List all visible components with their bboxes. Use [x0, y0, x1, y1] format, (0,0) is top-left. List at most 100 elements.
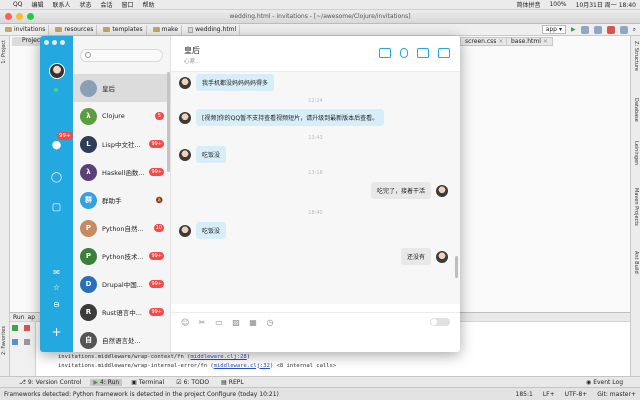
vcs-icon[interactable]: [619, 25, 628, 34]
image-icon[interactable]: ▦: [249, 318, 257, 327]
tool-structure[interactable]: Z: Structure: [633, 41, 639, 71]
chat-list-item[interactable]: λ Clojure 5: [73, 102, 171, 130]
apps-icon[interactable]: ▢: [49, 201, 64, 214]
run-tab-app[interactable]: ap: [28, 314, 36, 321]
message-bubble[interactable]: 吃完了，接着干活: [370, 182, 431, 199]
chat-list-item[interactable]: 自自然语言处...: [73, 326, 171, 352]
message-input[interactable]: [171, 332, 460, 352]
chat-list-item[interactable]: λ Haskell函数... 99+: [73, 158, 171, 186]
git-branch[interactable]: Git: master+: [597, 391, 636, 398]
avatar[interactable]: [436, 184, 448, 197]
close-icon[interactable]: ×: [498, 38, 503, 45]
add-icon[interactable]: +: [49, 326, 64, 339]
menu-window[interactable]: 窗口: [122, 0, 134, 9]
avatar[interactable]: [179, 76, 191, 89]
run-config-select[interactable]: app ▾: [541, 25, 566, 34]
chat-list-item[interactable]: 群群助手 🔕: [73, 186, 171, 214]
battery-level[interactable]: 100%: [549, 1, 566, 8]
video-call-icon[interactable]: [417, 48, 429, 58]
tool-terminal[interactable]: ▣ Terminal: [128, 379, 167, 386]
breadcrumb-resources[interactable]: resources: [52, 24, 98, 35]
chat-list-item[interactable]: 皇后: [73, 74, 171, 102]
editor-tab-base-html[interactable]: base.html ×: [506, 37, 553, 46]
chat-list-item[interactable]: P Python技术... 99+: [73, 242, 171, 270]
debug-icon[interactable]: [580, 25, 589, 34]
group-chat-icon[interactable]: [379, 48, 391, 58]
chat-list-item[interactable]: L Lisp中文社... 99+: [73, 130, 171, 158]
tool-leiningen[interactable]: Leiningen: [633, 141, 639, 165]
avatar[interactable]: [436, 250, 448, 263]
scroll-to-end-icon[interactable]: [24, 339, 31, 345]
log-link[interactable]: middleware.clj:28: [190, 354, 246, 360]
contacts-icon[interactable]: ◯: [49, 171, 64, 184]
search-icon[interactable]: ⌕: [633, 26, 636, 34]
scissors-icon[interactable]: ✂: [198, 318, 206, 327]
avatar[interactable]: [179, 148, 191, 161]
zoom-window-button[interactable]: [27, 13, 34, 20]
avatar[interactable]: [179, 224, 191, 237]
file-encoding[interactable]: UTF-8+: [565, 391, 588, 398]
message-bubble[interactable]: 还没有: [400, 248, 431, 265]
breadcrumb-make[interactable]: make: [150, 24, 183, 35]
editor-tab-screen-css[interactable]: screen.css ×: [460, 37, 509, 46]
tool-favorites[interactable]: 2: Favorites: [1, 326, 7, 355]
mail-icon[interactable]: ✉: [49, 266, 64, 279]
message-bubble[interactable]: 吃饭没: [196, 222, 227, 239]
chat-list-item[interactable]: R Rust语言中... 99+: [73, 298, 171, 326]
minimize-window-button[interactable]: [16, 13, 23, 20]
emoji-icon[interactable]: ☺: [181, 318, 189, 327]
file-icon[interactable]: ▭: [215, 318, 223, 327]
breadcrumb-file[interactable]: wedding.html: [185, 24, 241, 35]
message-bubble[interactable]: 我手机都没妈妈妈妈得多: [196, 74, 275, 91]
menu-qq[interactable]: QQ: [13, 1, 22, 8]
menu-edit[interactable]: 编辑: [31, 0, 43, 9]
chat-list-scrollbar[interactable]: [167, 72, 170, 172]
run-icon[interactable]: ▶: [571, 26, 576, 33]
chat-list-item[interactable]: D Drupal中国... 99+: [73, 270, 171, 298]
zoom-window-button[interactable]: [60, 40, 65, 45]
message-bubble[interactable]: [视频]你的QQ暂不支持查看视频短片，请升级到最新版本后查看。: [196, 109, 385, 126]
tool-maven[interactable]: Maven Projects: [633, 188, 639, 226]
clock[interactable]: 10月31日 周一 18:40: [576, 0, 636, 9]
input-method[interactable]: 简体拼音: [516, 0, 540, 9]
share-screen-icon[interactable]: [438, 48, 450, 58]
avatar[interactable]: [49, 63, 65, 79]
message-bubble[interactable]: 吃饭没: [196, 146, 227, 163]
search-box[interactable]: [80, 49, 163, 62]
menu-status[interactable]: 状态: [79, 0, 91, 9]
tool-ant-build[interactable]: Ant Build: [633, 251, 639, 274]
close-window-button[interactable]: [44, 40, 49, 45]
tool-run[interactable]: ▶ 4: Run: [90, 378, 123, 386]
close-window-button[interactable]: [5, 13, 12, 20]
rerun-icon[interactable]: [12, 325, 18, 331]
log-link[interactable]: middleware.clj:32: [214, 363, 270, 369]
star-icon[interactable]: ☆: [49, 281, 64, 294]
enter-to-send-toggle[interactable]: [430, 318, 450, 326]
line-separator[interactable]: LF+: [543, 391, 555, 398]
tool-repl[interactable]: ▤ REPL: [218, 379, 247, 386]
menu-session[interactable]: 会话: [101, 0, 113, 9]
breadcrumb-invitations[interactable]: invitations: [2, 24, 50, 35]
stop-icon[interactable]: [24, 325, 31, 331]
voice-call-icon[interactable]: [400, 48, 408, 58]
tool-todo[interactable]: ☑ 6: TODO: [173, 379, 212, 386]
project-panel-tab[interactable]: Project: [12, 37, 43, 46]
tool-project[interactable]: 1: Project: [1, 40, 7, 64]
screenshot-icon[interactable]: ▨: [232, 318, 240, 327]
search-input[interactable]: [94, 51, 160, 61]
status-message[interactable]: Frameworks detected: Python framework is…: [4, 391, 279, 398]
menu-help[interactable]: 帮助: [143, 0, 155, 9]
coverage-icon[interactable]: [593, 25, 602, 34]
avatar[interactable]: [179, 111, 191, 124]
message-scrollbar[interactable]: [455, 256, 458, 278]
minimize-window-button[interactable]: [52, 40, 57, 45]
chat-list-item[interactable]: P Python自然... 10: [73, 214, 171, 242]
chat-title[interactable]: 皇后: [184, 45, 200, 56]
pause-icon[interactable]: [12, 339, 18, 345]
cursor-position[interactable]: 185:1: [516, 391, 533, 398]
menu-contacts[interactable]: 联系人: [52, 0, 70, 9]
close-icon[interactable]: ×: [543, 38, 548, 45]
breadcrumb-templates[interactable]: templates: [100, 24, 147, 35]
history-icon[interactable]: ◷: [266, 318, 274, 327]
tool-version-control[interactable]: ⎇ 9: Version Control: [16, 379, 84, 386]
